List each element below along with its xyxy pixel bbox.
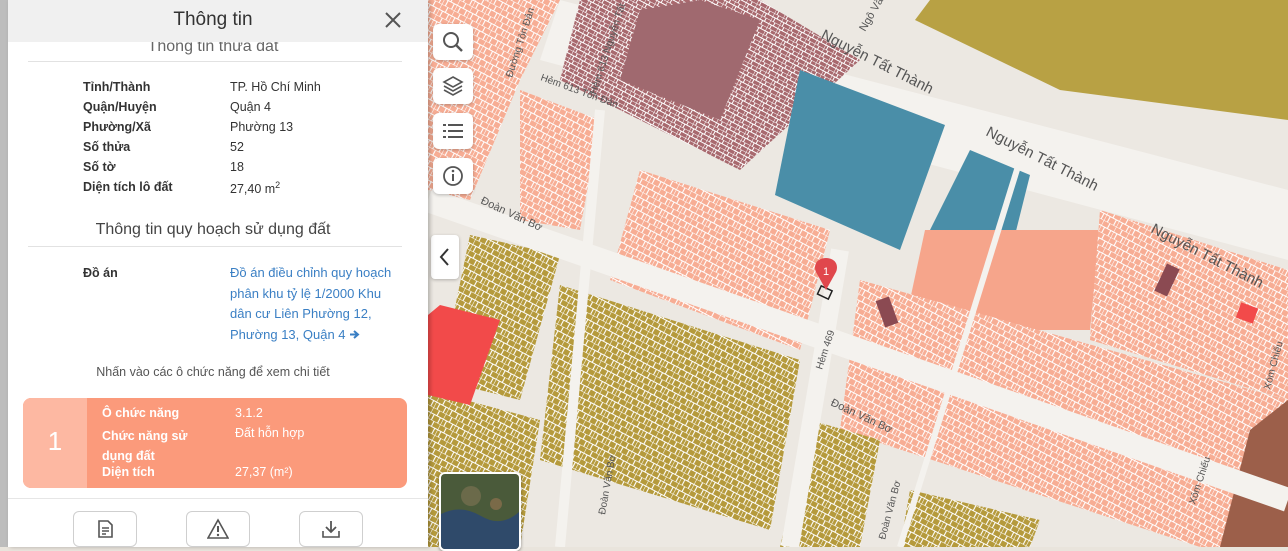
document-button[interactable]: [73, 511, 137, 547]
info-icon: [443, 166, 463, 186]
hint-text: Nhấn vào các ô chức năng để xem chi tiết: [96, 365, 330, 379]
download-icon: [322, 521, 340, 538]
satellite-thumbnail: [441, 474, 519, 549]
info-label: Số thửa: [83, 140, 131, 154]
close-icon[interactable]: [382, 9, 404, 31]
zone-number-box: 1: [23, 398, 87, 488]
panel-title: Thông tin: [173, 9, 253, 30]
report-button[interactable]: [186, 511, 250, 547]
info-label: Diện tích lô đất: [83, 180, 173, 194]
zone-value: 27,37 (m²): [235, 465, 293, 479]
info-label: Tỉnh/Thành: [83, 80, 151, 94]
project-link[interactable]: Đồ án điều chỉnh quy hoạch phân khu tỷ l…: [230, 263, 400, 345]
download-button[interactable]: [299, 511, 363, 547]
info-value: 18: [230, 160, 244, 174]
map-legend-button[interactable]: [433, 113, 473, 149]
map-search-button[interactable]: [433, 24, 473, 60]
layers-icon: [442, 76, 464, 96]
info-panel: Thông tin Thông tin thửa đất Tỉnh/Thành …: [8, 0, 428, 547]
area-unit-sup: 2: [275, 180, 281, 190]
zone-label: Diện tích: [102, 465, 155, 479]
planning-section-title: Thông tin quy hoạch sử dụng đất: [95, 221, 331, 238]
project-label: Đồ án: [83, 266, 118, 280]
list-icon: [443, 124, 463, 138]
panel-footer: [8, 498, 428, 547]
marker-label: 1: [823, 266, 829, 278]
zone-card[interactable]: 1 Ô chức năng 3.1.2 Chức năng sử dụng đấ…: [23, 398, 407, 488]
divider: [28, 246, 402, 247]
search-icon: [443, 32, 463, 52]
zone-label: Chức năng sử dụng đất: [102, 429, 188, 463]
zone-value: 3.1.2: [235, 406, 263, 420]
map-info-button[interactable]: [433, 158, 473, 194]
info-value: TP. Hồ Chí Minh: [230, 80, 321, 94]
chevron-left-icon: [439, 248, 449, 266]
info-value: Quận 4: [230, 100, 272, 114]
zone-label: Ô chức năng: [102, 406, 180, 420]
area-value: 27,40 m2: [230, 180, 280, 196]
map-layers-button[interactable]: [433, 68, 473, 104]
zone-value: Đất hỗn hợp: [235, 426, 305, 440]
area-number: 27,40 m: [230, 182, 276, 197]
info-value: 52: [230, 140, 244, 154]
info-label: Phường/Xã: [83, 120, 151, 134]
panel-edge: [0, 0, 8, 547]
arrow-right-icon: [350, 329, 360, 339]
info-label: Số tờ: [83, 160, 116, 174]
info-value: Phường 13: [230, 120, 294, 134]
divider: [28, 61, 402, 62]
info-label: Quận/Huyện: [83, 100, 157, 114]
document-icon: [98, 520, 113, 538]
panel-header: Thông tin: [8, 0, 428, 42]
warning-icon: [207, 518, 229, 539]
collapse-panel-button[interactable]: [431, 235, 459, 279]
basemap-switcher[interactable]: [439, 472, 521, 551]
zone-number: 1: [47, 426, 63, 456]
project-link-text[interactable]: Đồ án điều chỉnh quy hoạch phân khu tỷ l…: [230, 265, 391, 342]
